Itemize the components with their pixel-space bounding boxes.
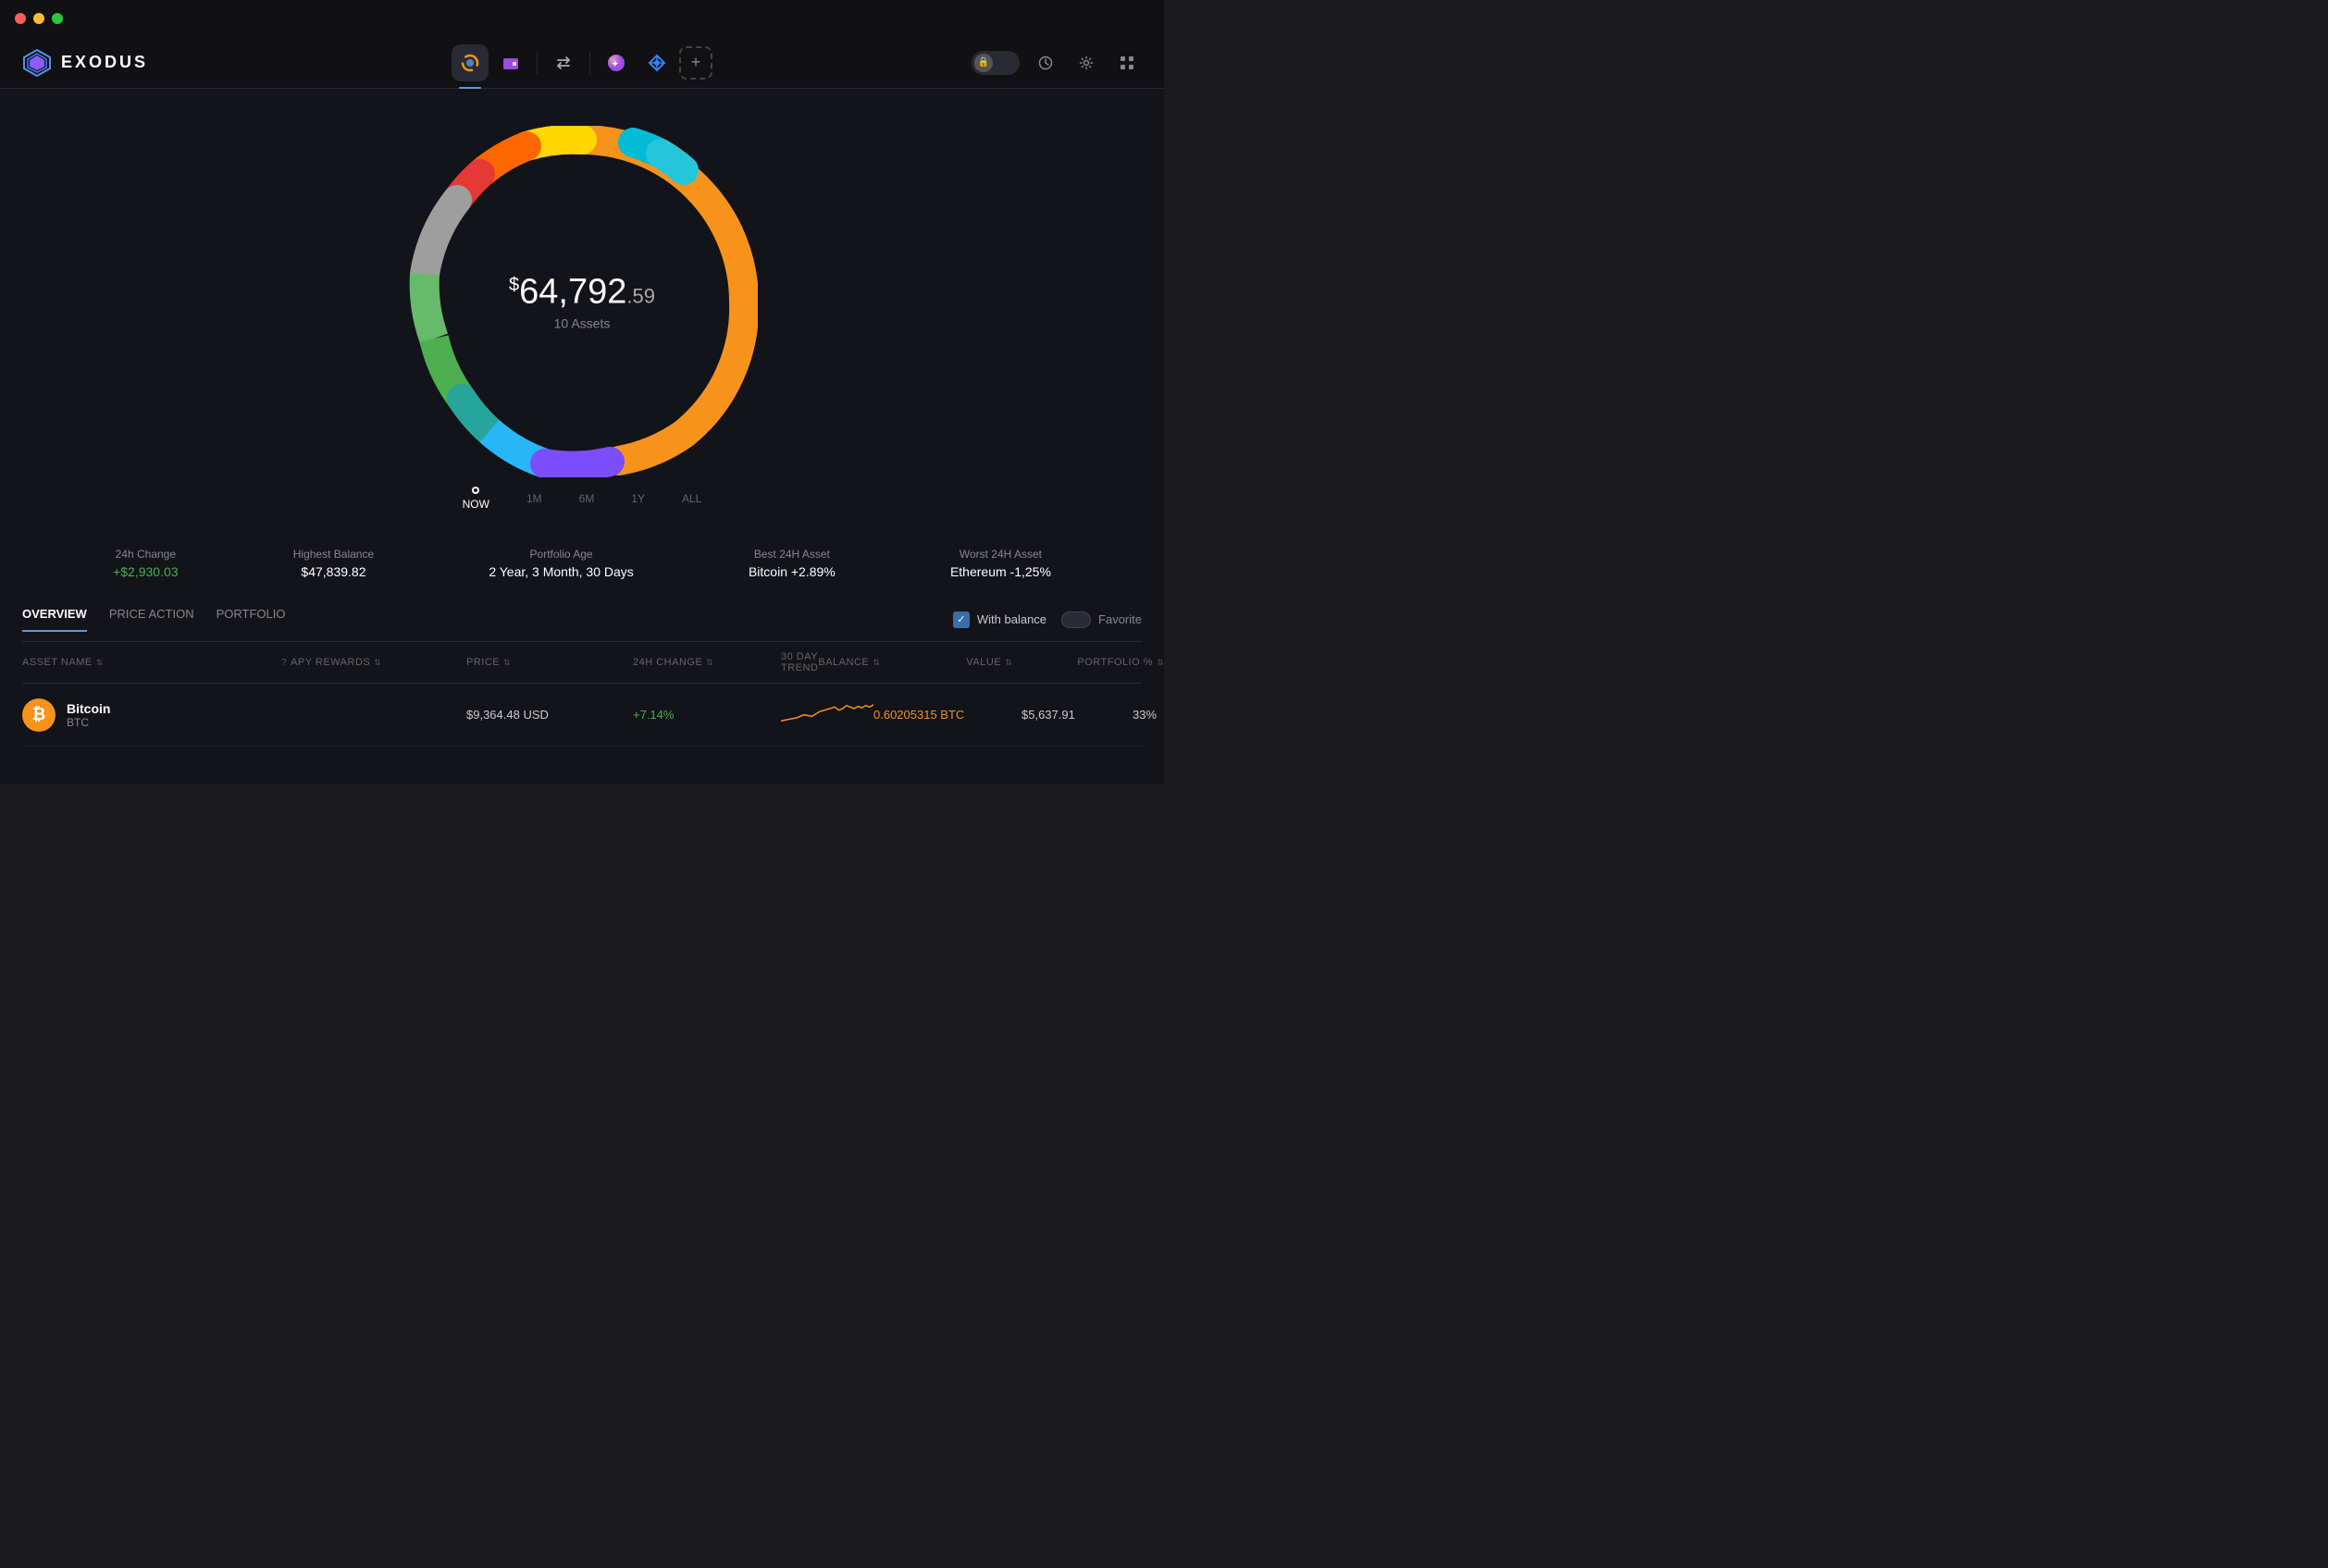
timeline: NOW 1M 6M 1Y ALL: [444, 487, 721, 511]
stat-24h-value: +$2,930.03: [113, 564, 178, 579]
nav-web3-button[interactable]: [638, 44, 675, 81]
table-header: ASSET NAME ⇅ ? APY REWARDS ⇅ PRICE ⇅ 24H…: [22, 642, 1142, 684]
apps-button[interactable]: [1112, 48, 1142, 78]
tab-overview[interactable]: OVERVIEW: [22, 607, 87, 632]
stat-age-value: 2 Year, 3 Month, 30 Days: [489, 564, 633, 579]
table-area: OVERVIEW PRICE ACTION PORTFOLIO ✓ With b…: [0, 607, 1164, 747]
stats-row: 24h Change +$2,930.03 Highest Balance $4…: [0, 529, 1164, 598]
lock-toggle[interactable]: 🔒: [972, 51, 1020, 75]
th-balance[interactable]: BALANCE ⇅: [818, 651, 966, 673]
logo-text: EXODUS: [61, 53, 148, 72]
nav-add-button[interactable]: +: [679, 46, 712, 80]
favorite-toggle-box: [1061, 611, 1091, 628]
stat-portfolio-age: Portfolio Age 2 Year, 3 Month, 30 Days: [489, 548, 633, 579]
nav-nft-button[interactable]: ✦: [598, 44, 635, 81]
th-portfolio-pct[interactable]: PORTFOLIO % ⇅: [1077, 651, 1170, 673]
help-icon: ?: [281, 658, 287, 668]
main-content: $64,792.59 10 Assets NOW 1M 6M 1Y ALL: [0, 89, 1164, 784]
donut-center-text: $64,792.59 10 Assets: [509, 273, 655, 331]
maximize-dot[interactable]: [52, 13, 63, 24]
th-value[interactable]: VALUE ⇅: [966, 651, 1077, 673]
nav-divider-1: [537, 52, 538, 74]
nav-divider-2: [589, 52, 590, 74]
timeline-all[interactable]: ALL: [682, 492, 701, 505]
th-asset-name[interactable]: ASSET NAME ⇅: [22, 651, 281, 673]
close-dot[interactable]: [15, 13, 26, 24]
btc-name: Bitcoin: [67, 701, 110, 716]
btc-icon: ₿: [22, 698, 56, 732]
nav-center: ✦ +: [452, 44, 712, 81]
chart-area: $64,792.59 10 Assets NOW 1M 6M 1Y ALL: [0, 107, 1164, 520]
sort-portfolio-icon: ⇅: [1157, 658, 1164, 668]
th-24h-change[interactable]: 24H CHANGE ⇅: [633, 651, 781, 673]
timeline-1m[interactable]: 1M: [526, 492, 542, 505]
nav-portfolio-button[interactable]: [452, 44, 489, 81]
stat-highest-value: $47,839.82: [293, 564, 374, 579]
lock-knob: 🔒: [974, 54, 993, 72]
btc-symbol: BTC: [67, 716, 110, 729]
currency-symbol: $: [509, 275, 519, 295]
btc-sparkline: [781, 697, 873, 733]
table-controls: ✓ With balance Favorite: [953, 611, 1142, 628]
with-balance-label: With balance: [977, 612, 1046, 626]
stat-best-label: Best 24H Asset: [749, 548, 836, 561]
table-row[interactable]: ₿ Bitcoin BTC $9,364.48 USD +7.14% 0.602…: [22, 684, 1142, 747]
portfolio-value: $64,792.59: [509, 273, 655, 313]
exodus-logo-icon: [22, 48, 52, 78]
sort-apy-icon: ⇅: [374, 658, 381, 668]
stat-worst-label: Worst 24H Asset: [950, 548, 1051, 561]
with-balance-toggle[interactable]: ✓ With balance: [953, 611, 1046, 628]
nav-exchange-button[interactable]: [545, 44, 582, 81]
btc-price: $9,364.48 USD: [466, 708, 633, 722]
btc-portfolio-pct: 33%: [1133, 708, 1225, 722]
tab-price-action[interactable]: PRICE ACTION: [109, 607, 194, 632]
stat-age-label: Portfolio Age: [489, 548, 633, 561]
stat-best-asset: Best 24H Asset Bitcoin +2.89%: [749, 548, 836, 579]
stat-worst-value: Ethereum -1,25%: [950, 564, 1051, 579]
svg-text:✦: ✦: [612, 59, 619, 68]
logo: EXODUS: [22, 48, 148, 78]
table-tabs: OVERVIEW PRICE ACTION PORTFOLIO ✓ With b…: [22, 607, 1142, 642]
assets-count: 10 Assets: [509, 316, 655, 331]
th-price[interactable]: PRICE ⇅: [466, 651, 633, 673]
history-button[interactable]: [1031, 48, 1060, 78]
sort-24h-icon: ⇅: [706, 658, 713, 668]
settings-button[interactable]: [1071, 48, 1101, 78]
timeline-1y[interactable]: 1Y: [631, 492, 645, 505]
minimize-dot[interactable]: [33, 13, 44, 24]
stat-24h-change: 24h Change +$2,930.03: [113, 548, 178, 579]
header: EXODUS: [0, 37, 1164, 89]
btc-value: $5,637.91: [1022, 708, 1133, 722]
stat-worst-asset: Worst 24H Asset Ethereum -1,25%: [950, 548, 1051, 579]
timeline-6m[interactable]: 6M: [579, 492, 595, 505]
sort-balance-icon: ⇅: [873, 658, 880, 668]
timeline-dot-now: [472, 487, 479, 494]
timeline-now[interactable]: NOW: [463, 487, 489, 511]
nav-right: 🔒: [972, 48, 1142, 78]
donut-chart: $64,792.59 10 Assets: [406, 126, 758, 477]
title-bar: [0, 0, 1164, 37]
tab-portfolio[interactable]: PORTFOLIO: [217, 607, 286, 632]
sort-asset-icon: ⇅: [96, 658, 104, 668]
stat-highest-label: Highest Balance: [293, 548, 374, 561]
th-30day-trend: 30 DAY TREND: [781, 651, 818, 673]
with-balance-check: ✓: [953, 611, 970, 628]
sort-value-icon: ⇅: [1005, 658, 1012, 668]
th-apy[interactable]: ? APY REWARDS ⇅: [281, 651, 466, 673]
sort-price-icon: ⇅: [503, 658, 511, 668]
btc-balance: 0.60205315 BTC: [873, 708, 1022, 722]
favorite-toggle[interactable]: Favorite: [1061, 611, 1142, 628]
btc-sparkline-svg: [781, 697, 873, 730]
favorite-label: Favorite: [1098, 612, 1142, 626]
stat-best-value: Bitcoin +2.89%: [749, 564, 836, 579]
stat-highest-balance: Highest Balance $47,839.82: [293, 548, 374, 579]
stat-24h-label: 24h Change: [113, 548, 178, 561]
asset-info-btc: ₿ Bitcoin BTC: [22, 698, 281, 732]
btc-24h-change: +7.14%: [633, 708, 781, 722]
nav-wallet-button[interactable]: [492, 44, 529, 81]
